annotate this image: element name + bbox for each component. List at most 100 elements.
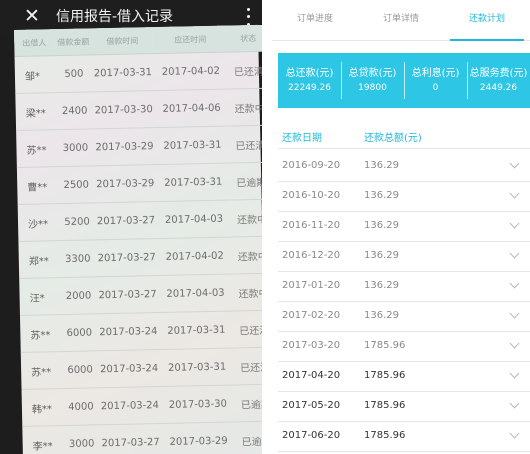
repayment-amount: 136.29: [364, 310, 399, 321]
borrow-amount: 3000: [56, 128, 95, 167]
repayment-amount: 1785.96: [364, 430, 406, 441]
repayment-amount: 1785.96: [364, 340, 406, 351]
due-date: 2017-03-31: [154, 162, 232, 202]
repayment-summary: 总还款(元) 22249.26 总贷款(元) 19800 总利息(元) 0 总服…: [278, 53, 530, 108]
chevron-down-icon[interactable]: [509, 218, 520, 229]
list-item[interactable]: 2017-02-20 136.29: [278, 302, 530, 332]
repayment-plan-list: 2016-09-20 136.29 2016-10-20 136.29 2016-11-…: [278, 152, 530, 452]
loan-status: 已还清: [228, 51, 262, 90]
borrow-date: 2017-03-24: [97, 312, 159, 351]
lender-name: 曹**: [16, 166, 58, 205]
due-date: 2017-03-30: [159, 384, 237, 424]
chevron-down-icon[interactable]: [509, 158, 520, 169]
due-date: 2017-04-02: [156, 236, 234, 276]
lender-name: 郑**: [18, 240, 60, 279]
lender-name: 汪*: [19, 277, 60, 316]
table-row: 梁** 2400 2017-03-30 2017-04-06 还款中: [15, 88, 262, 131]
borrow-amount: 2500: [56, 165, 96, 204]
list-item[interactable]: 2017-05-20 1785.96: [278, 392, 530, 422]
tab-repayment-plan[interactable]: 还款计划: [444, 0, 530, 41]
chevron-down-icon[interactable]: [509, 248, 520, 259]
repayment-date: 2016-09-20: [282, 160, 341, 171]
loan-status: 还款中: [232, 236, 262, 274]
table-row: 苏** 6000 2017-03-24 2017-03-31 已还清: [20, 347, 262, 390]
due-date: 2017-04-02: [152, 52, 230, 91]
borrow-amount: 3000: [62, 424, 102, 454]
chevron-down-icon[interactable]: [509, 398, 520, 409]
column-header: 状态: [227, 24, 262, 53]
loan-status: 还款中: [229, 88, 262, 126]
due-date: 2017-03-31: [154, 125, 231, 165]
borrow-date: 2017-03-29: [94, 164, 156, 203]
due-date: 2017-04-03: [157, 273, 234, 313]
list-item[interactable]: 2017-04-20 1785.96: [278, 362, 530, 392]
lender-name: 苏**: [16, 129, 57, 168]
table-row: 邹* 500 2017-03-31 2017-04-02 已还清: [14, 51, 262, 94]
lender-name: 沙**: [17, 203, 59, 242]
due-date: 2017-04-03: [155, 199, 233, 239]
list-item[interactable]: 2016-10-20 136.29: [278, 182, 530, 212]
repayment-date: 2017-03-20: [282, 340, 341, 351]
close-icon[interactable]: ✕: [24, 4, 40, 28]
repayment-date: 2017-01-20: [282, 280, 341, 291]
table-row: 苏** 3000 2017-03-29 2017-03-31 已还清: [16, 125, 262, 168]
due-date: 2017-04-06: [153, 89, 231, 128]
page-title: 信用报告-借入记录: [56, 9, 174, 25]
summary-label: 总还款(元): [285, 68, 334, 79]
borrow-date: 2017-03-24: [98, 349, 160, 388]
lender-name: 邹*: [14, 55, 56, 94]
summary-label: 总利息(元): [411, 68, 460, 79]
list-item[interactable]: 2017-01-20 136.29: [278, 272, 530, 302]
chevron-down-icon[interactable]: [509, 368, 520, 379]
borrow-amount: 500: [54, 54, 94, 93]
table-row: 韩** 4000 2017-03-24 2017-03-30 已逾期: [21, 384, 262, 427]
loan-status: 已还清: [230, 125, 262, 163]
borrow-amount: 4000: [61, 387, 101, 426]
column-header: 出借人: [14, 29, 55, 57]
column-header: 借款时间: [91, 27, 153, 55]
repayment-plan-screen: 订单进度 订单详情 还款计划 总还款(元) 22249.26 总贷款(元) 19…: [272, 0, 530, 454]
chevron-down-icon[interactable]: [509, 188, 520, 199]
list-item[interactable]: 2017-03-20 1785.96: [278, 332, 530, 362]
due-date: 2017-03-31: [157, 310, 235, 350]
chevron-down-icon[interactable]: [509, 338, 520, 349]
borrow-amount: 2400: [55, 91, 95, 130]
repayment-amount: 1785.96: [364, 370, 406, 381]
tab-bar: 订单进度 订单详情 还款计划: [272, 0, 530, 41]
borrow-date: 2017-03-31: [92, 53, 154, 92]
chevron-down-icon[interactable]: [509, 278, 520, 289]
tab-order-details[interactable]: 订单详情: [358, 0, 444, 40]
loan-status: 已逾期: [230, 162, 262, 200]
chevron-down-icon[interactable]: [509, 308, 520, 319]
loan-status: 还款中: [233, 273, 262, 311]
loan-status: 已还清: [234, 347, 262, 385]
summary-value: 2449.26: [479, 83, 518, 93]
table-row: 曹** 2500 2017-03-29 2017-03-31 已逾期: [16, 162, 262, 205]
plan-header-amount: 还款总额(元): [364, 133, 422, 144]
repayment-amount: 136.29: [364, 160, 399, 171]
list-item[interactable]: 2016-11-20 136.29: [278, 212, 530, 242]
column-header: 应还时间: [151, 25, 229, 54]
summary-value: 19800: [358, 83, 387, 93]
summary-label: 总服务费(元): [469, 68, 528, 79]
repayment-date: 2017-05-20: [282, 400, 341, 411]
repayment-amount: 136.29: [364, 280, 399, 291]
borrow-date: 2017-03-27: [97, 275, 158, 314]
list-item[interactable]: 2017-06-20 1785.96: [278, 422, 530, 452]
tab-order-progress[interactable]: 订单进度: [272, 0, 358, 40]
borrow-amount: 6000: [59, 313, 99, 352]
summary-label: 总贷款(元): [348, 68, 397, 79]
summary-total-service-fee: 总服务费(元) 2449.26: [467, 53, 530, 108]
lender-name: 韩**: [21, 388, 63, 427]
lender-name: 苏**: [19, 314, 61, 353]
borrow-records-table: 出借人 借款金额 借款时间 应还时间 状态 邹* 500 2017-03-31 201…: [14, 24, 262, 454]
chevron-down-icon[interactable]: [509, 428, 520, 439]
repayment-date: 2016-11-20: [282, 220, 341, 231]
list-item[interactable]: 2016-09-20 136.29: [278, 152, 530, 182]
lender-name: 李**: [22, 425, 64, 454]
borrow-date: 2017-03-27: [96, 238, 158, 277]
repayment-amount: 136.29: [364, 190, 399, 201]
repayment-date: 2017-02-20: [282, 310, 341, 321]
list-item[interactable]: 2016-12-20 136.29: [278, 242, 530, 272]
table-row: 沙** 5200 2017-03-27 2017-04-03 还款中: [17, 199, 262, 242]
